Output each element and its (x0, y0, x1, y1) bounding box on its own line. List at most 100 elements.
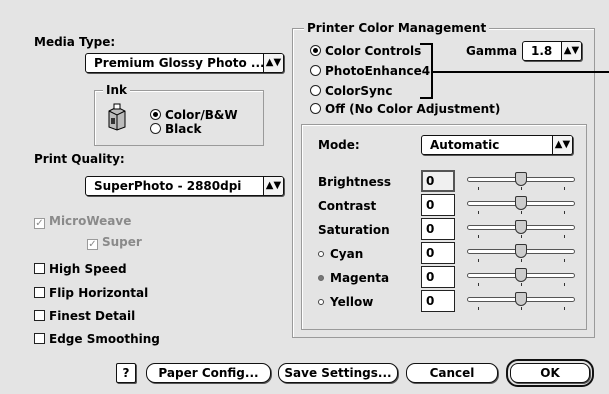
slider-tick (521, 259, 522, 262)
microweave-label: MicroWeave (49, 214, 132, 228)
slider-thumb[interactable] (515, 220, 527, 234)
paper-config-button[interactable]: Paper Config... (146, 363, 271, 383)
gamma-popup[interactable]: 1.8 ▲▼ (522, 41, 582, 61)
cancel-button[interactable]: Cancel (406, 363, 498, 383)
slider-tick (563, 307, 565, 310)
adjustment-label-text: Cyan (330, 247, 364, 261)
color-controls-radio[interactable]: Color Controls (310, 44, 421, 58)
adjustment-label-brightness: Brightness (318, 175, 391, 189)
adjustment-label-text: Contrast (318, 199, 377, 213)
adjustment-label-text: Magenta (330, 271, 390, 285)
media-type-popup[interactable]: Premium Glossy Photo ... ▲▼ (85, 53, 284, 73)
flip-horizontal-checkbox[interactable]: Flip Horizontal (34, 286, 148, 300)
off-no-adjustment-label: Off (No Color Adjustment) (325, 102, 501, 116)
colorsync-radio[interactable]: ColorSync (310, 84, 392, 98)
print-settings-dialog: Media Type: Premium Glossy Photo ... ▲▼ … (0, 0, 609, 394)
edge-smoothing-checkbox[interactable]: Edge Smoothing (34, 332, 160, 346)
hollow-dot-icon (318, 299, 324, 305)
mode-label: Mode: (318, 138, 360, 152)
colorsync-label: ColorSync (325, 84, 393, 98)
slider-tick (521, 187, 522, 190)
slider-tick (521, 283, 522, 286)
color-management-title: Printer Color Management (304, 21, 490, 35)
flip-horizontal-label: Flip Horizontal (49, 286, 149, 300)
slider-tick (478, 283, 480, 286)
slider-tick (563, 211, 565, 214)
print-quality-value: SuperPhoto - 2880dpi (94, 179, 242, 193)
adjustment-slider-saturation[interactable] (465, 219, 577, 241)
radio-unselected-icon (150, 123, 161, 134)
microweave-checkbox[interactable]: ✓ MicroWeave (34, 214, 131, 229)
ink-color-label: Color/B&W (165, 108, 238, 122)
slider-thumb[interactable] (515, 196, 527, 210)
adjustment-label-text: Saturation (318, 223, 390, 237)
print-quality-popup[interactable]: SuperPhoto - 2880dpi ▲▼ (85, 176, 284, 196)
adjustment-slider-cyan[interactable] (465, 243, 577, 265)
adjustment-value-field-contrast[interactable]: 0 (421, 194, 455, 216)
adjustment-slider-brightness[interactable] (465, 171, 577, 193)
slider-tick (478, 307, 480, 310)
gamma-label: Gamma (466, 44, 518, 58)
adjustment-label-contrast: Contrast (318, 199, 376, 213)
adjustment-label-cyan: Cyan (318, 247, 363, 261)
photoenhance-radio[interactable]: PhotoEnhance4 (310, 64, 430, 78)
slider-tick (563, 259, 565, 262)
up-down-arrows-icon: ▲▼ (561, 42, 581, 60)
ink-color-radio[interactable]: Color/B&W (150, 108, 238, 122)
slider-tick (521, 211, 522, 214)
slider-tick (478, 187, 480, 190)
slider-tick (563, 187, 565, 190)
slider-tick (563, 283, 565, 286)
slider-thumb[interactable] (515, 244, 527, 258)
adjustment-value-field-cyan[interactable]: 0 (421, 242, 455, 264)
adjustment-value-field-brightness[interactable]: 0 (421, 170, 455, 192)
super-checkbox[interactable]: ✓ Super (87, 235, 142, 250)
photoenhance-label: PhotoEnhance4 (325, 64, 431, 78)
adjustment-value-field-magenta[interactable]: 0 (421, 266, 455, 288)
slider-thumb[interactable] (515, 172, 527, 186)
media-type-label: Media Type: (34, 35, 116, 49)
adjustment-slider-yellow[interactable] (465, 291, 577, 313)
slider-tick (563, 235, 565, 238)
checkmark-icon: ✓ (34, 218, 45, 229)
slider-thumb[interactable] (515, 268, 527, 282)
off-no-adjustment-radio[interactable]: Off (No Color Adjustment) (310, 102, 500, 116)
adjustment-label-saturation: Saturation (318, 223, 390, 237)
color-controls-label: Color Controls (325, 44, 422, 58)
mode-popup[interactable]: Automatic ▲▼ (421, 135, 573, 155)
adjustment-value-field-saturation[interactable]: 0 (421, 218, 455, 240)
slider-tick (478, 211, 480, 214)
adjustment-value-field-yellow[interactable]: 0 (421, 290, 455, 312)
help-button[interactable]: ? (116, 363, 136, 383)
ink-group-title: Ink (103, 83, 130, 97)
super-label: Super (102, 235, 142, 249)
adjustment-label-text: Yellow (330, 295, 374, 309)
radio-selected-icon (310, 45, 321, 56)
up-down-arrows-icon: ▲▼ (263, 177, 283, 195)
slider-thumb[interactable] (515, 292, 527, 306)
up-down-arrows-icon: ▲▼ (263, 54, 283, 72)
question-mark-icon: ? (122, 366, 130, 380)
slider-tick (478, 259, 480, 262)
slider-tick (521, 235, 522, 238)
slider-tick (478, 235, 480, 238)
ok-button[interactable]: OK (506, 359, 594, 387)
mode-value: Automatic (430, 138, 500, 152)
high-speed-label: High Speed (49, 262, 127, 276)
save-settings-button[interactable]: Save Settings... (278, 363, 398, 383)
checkmark-icon: ✓ (87, 239, 98, 250)
ink-black-radio[interactable]: Black (150, 122, 201, 136)
ink-cartridge-icon (106, 103, 128, 131)
adjustment-label-text: Brightness (318, 175, 392, 189)
print-quality-label: Print Quality: (34, 152, 125, 166)
high-speed-checkbox[interactable]: High Speed (34, 262, 127, 276)
gamma-value: 1.8 (531, 44, 553, 58)
adjustment-slider-magenta[interactable] (465, 267, 577, 289)
radio-selected-icon (150, 109, 161, 120)
adjustment-slider-contrast[interactable] (465, 195, 577, 217)
adjustment-label-magenta: Magenta (318, 271, 389, 285)
active-dot-icon (318, 275, 324, 281)
finest-detail-checkbox[interactable]: Finest Detail (34, 309, 135, 323)
edge-smoothing-label: Edge Smoothing (49, 332, 160, 346)
up-down-arrows-icon: ▲▼ (552, 136, 572, 154)
